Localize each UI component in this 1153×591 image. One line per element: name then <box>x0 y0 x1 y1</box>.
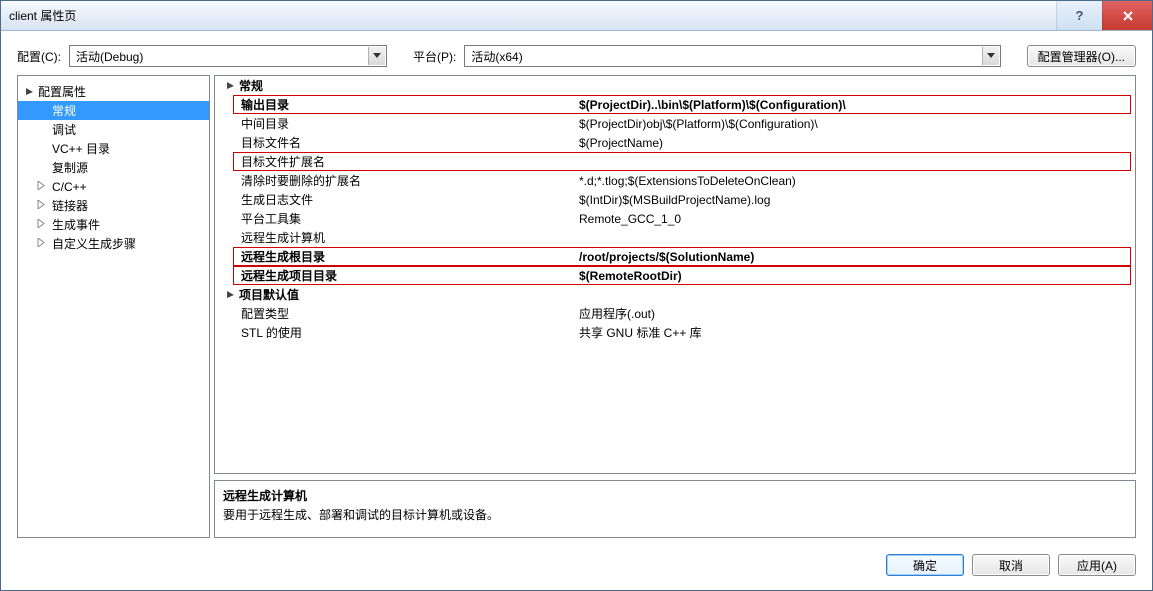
section-title: 项目默认值 <box>239 286 299 303</box>
tree-item[interactable]: 调试 <box>18 120 209 139</box>
tree-item[interactable]: 自定义生成步骤 <box>18 234 209 253</box>
property-name: 配置类型 <box>215 305 575 322</box>
property-value[interactable]: 共享 GNU 标准 C++ 库 <box>575 324 1135 341</box>
property-grid[interactable]: 常规输出目录$(ProjectDir)..\bin\$(Platform)\$(… <box>214 75 1136 474</box>
property-name: 平台工具集 <box>215 210 575 227</box>
tree-item-label: VC++ 目录 <box>52 140 110 157</box>
expander-open-icon <box>24 87 34 96</box>
chevron-down-icon <box>368 47 385 65</box>
expander-closed-icon <box>36 200 46 212</box>
config-combo-value: 活动(Debug) <box>76 48 143 65</box>
grid-row[interactable]: STL 的使用共享 GNU 标准 C++ 库 <box>215 323 1135 342</box>
description-body: 要用于远程生成、部署和调试的目标计算机或设备。 <box>223 506 1127 523</box>
grid-section-header[interactable]: 项目默认值 <box>215 285 1135 304</box>
dialog-footer: 确定 取消 应用(A) <box>1 546 1152 590</box>
tree-item-label: 调试 <box>52 121 76 138</box>
config-combo[interactable]: 活动(Debug) <box>69 45 387 67</box>
grid-row[interactable]: 生成日志文件$(IntDir)$(MSBuildProjectName).log <box>215 190 1135 209</box>
property-name: 中间目录 <box>215 115 575 132</box>
close-button[interactable] <box>1102 1 1152 30</box>
category-tree[interactable]: 配置属性 常规调试 VC++ 目录复制源 C/C++ 链接器生成事件自定义生成步骤 <box>17 75 210 538</box>
grid-row[interactable]: 中间目录$(ProjectDir)obj\$(Platform)\$(Confi… <box>215 114 1135 133</box>
tree-item-label: C/C++ <box>52 180 87 194</box>
description-title: 远程生成计算机 <box>223 487 1127 504</box>
property-page-window: client 属性页 ? 配置(C): 活动(Debug) 平台(P): 活动(… <box>0 0 1153 591</box>
platform-combo[interactable]: 活动(x64) <box>464 45 1000 67</box>
tree-item[interactable]: VC++ 目录 <box>18 139 209 158</box>
property-value[interactable]: Remote_GCC_1_0 <box>575 212 1135 226</box>
platform-combo-value: 活动(x64) <box>471 48 522 65</box>
grid-row[interactable]: 远程生成计算机 <box>215 228 1135 247</box>
property-name: 远程生成项目目录 <box>215 267 575 284</box>
property-name: 生成日志文件 <box>215 191 575 208</box>
help-button[interactable]: ? <box>1056 1 1102 30</box>
config-label: 配置(C): <box>17 48 61 65</box>
tree-item-label: 自定义生成步骤 <box>52 235 136 252</box>
config-manager-button[interactable]: 配置管理器(O)... <box>1027 45 1136 67</box>
property-name: 输出目录 <box>215 96 575 113</box>
expander-closed-icon <box>36 219 46 231</box>
tree-item[interactable]: 生成事件 <box>18 215 209 234</box>
property-value[interactable]: $(RemoteRootDir) <box>575 269 1135 283</box>
property-name: 清除时要删除的扩展名 <box>215 172 575 189</box>
property-value[interactable]: $(IntDir)$(MSBuildProjectName).log <box>575 193 1135 207</box>
chevron-down-icon <box>982 47 999 65</box>
tree-item[interactable]: 链接器 <box>18 196 209 215</box>
property-name: 目标文件名 <box>215 134 575 151</box>
property-name: 远程生成计算机 <box>215 229 575 246</box>
grid-section-header[interactable]: 常规 <box>215 76 1135 95</box>
cancel-button[interactable]: 取消 <box>972 554 1050 576</box>
grid-row[interactable]: 远程生成根目录/root/projects/$(SolutionName) <box>215 247 1135 266</box>
property-value[interactable]: *.d;*.tlog;$(ExtensionsToDeleteOnClean) <box>575 174 1135 188</box>
tree-item[interactable]: C/C++ <box>18 177 209 196</box>
window-buttons: ? <box>1056 1 1152 30</box>
description-pane: 远程生成计算机 要用于远程生成、部署和调试的目标计算机或设备。 <box>214 480 1136 538</box>
property-value[interactable]: /root/projects/$(SolutionName) <box>575 250 1135 264</box>
grid-row[interactable]: 配置类型应用程序(.out) <box>215 304 1135 323</box>
tree-item[interactable]: 常规 <box>18 101 209 120</box>
grid-row[interactable]: 目标文件名$(ProjectName) <box>215 133 1135 152</box>
property-name: STL 的使用 <box>215 324 575 341</box>
property-value[interactable]: 应用程序(.out) <box>575 305 1135 322</box>
grid-row[interactable]: 远程生成项目目录$(RemoteRootDir) <box>215 266 1135 285</box>
property-name: 远程生成根目录 <box>215 248 575 265</box>
titlebar: client 属性页 ? <box>1 1 1152 31</box>
section-title: 常规 <box>239 77 263 94</box>
expander-open-icon <box>225 290 235 299</box>
platform-label: 平台(P): <box>413 48 456 65</box>
tree-item-label: 生成事件 <box>52 216 100 233</box>
property-value[interactable]: $(ProjectName) <box>575 136 1135 150</box>
tree-root-label: 配置属性 <box>38 83 86 100</box>
window-title: client 属性页 <box>1 7 76 24</box>
expander-open-icon <box>225 81 235 90</box>
expander-closed-icon <box>36 181 46 193</box>
tree-root[interactable]: 配置属性 <box>18 82 209 101</box>
grid-row[interactable]: 平台工具集Remote_GCC_1_0 <box>215 209 1135 228</box>
tree-item-label: 常规 <box>52 102 76 119</box>
property-value[interactable]: $(ProjectDir)obj\$(Platform)\$(Configura… <box>575 117 1135 131</box>
tree-item-label: 链接器 <box>52 197 88 214</box>
property-value[interactable]: $(ProjectDir)..\bin\$(Platform)\$(Config… <box>575 98 1135 112</box>
apply-button[interactable]: 应用(A) <box>1058 554 1136 576</box>
tree-item[interactable]: 复制源 <box>18 158 209 177</box>
grid-row[interactable]: 目标文件扩展名 <box>215 152 1135 171</box>
grid-row[interactable]: 输出目录$(ProjectDir)..\bin\$(Platform)\$(Co… <box>215 95 1135 114</box>
grid-row[interactable]: 清除时要删除的扩展名*.d;*.tlog;$(ExtensionsToDelet… <box>215 171 1135 190</box>
property-name: 目标文件扩展名 <box>215 153 575 170</box>
expander-closed-icon <box>36 238 46 250</box>
tree-item-label: 复制源 <box>52 159 88 176</box>
config-toolbar: 配置(C): 活动(Debug) 平台(P): 活动(x64) 配置管理器(O)… <box>1 31 1152 75</box>
ok-button[interactable]: 确定 <box>886 554 964 576</box>
